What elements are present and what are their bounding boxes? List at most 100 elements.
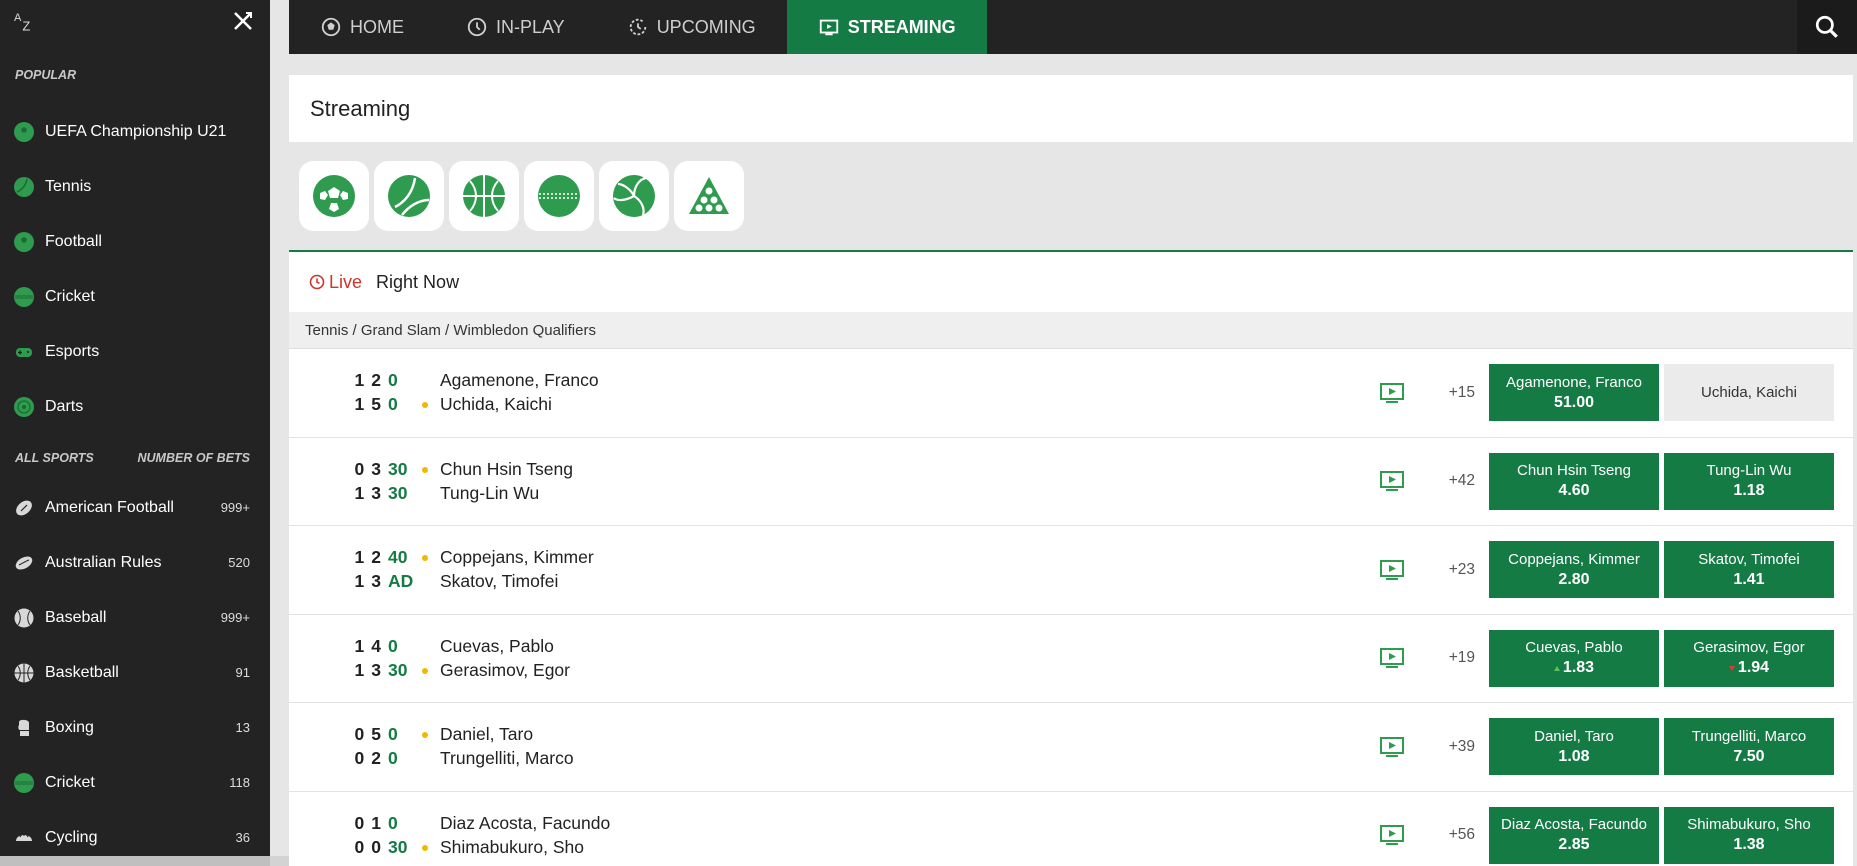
odds-button[interactable]: Agamenone, Franco 51.00 <box>1489 364 1659 422</box>
home-team: Agamenone, Franco <box>422 370 1379 391</box>
away-set-score: 1 <box>354 482 365 503</box>
popular-item[interactable]: Tennis <box>0 159 270 214</box>
popular-item[interactable]: Cricket <box>0 269 270 324</box>
bet-count: 36 <box>235 830 250 845</box>
filter-volleyball[interactable] <box>599 161 669 231</box>
odds-selection-label: Daniel, Taro <box>1534 727 1614 745</box>
away-team: Gerasimov, Egor <box>422 660 1379 681</box>
more-markets-link[interactable]: +19 <box>1435 649 1475 667</box>
sport-item[interactable]: American Football 999+ <box>0 480 270 535</box>
filter-cricket[interactable] <box>524 161 594 231</box>
match-teams: Coppejans, Kimmer Skatov, Timofei <box>422 547 1379 592</box>
basketball-icon <box>14 663 34 683</box>
odds-price-value: 4.60 <box>1558 482 1590 500</box>
close-sidebar-icon[interactable] <box>232 10 254 37</box>
sport-item[interactable]: Basketball 91 <box>0 645 270 700</box>
home-set-score: 3 <box>371 458 381 479</box>
odds-price: 51.00 <box>1554 394 1594 412</box>
more-markets-link[interactable]: +42 <box>1435 472 1475 490</box>
live-stream-icon[interactable] <box>1379 470 1405 492</box>
filter-football[interactable] <box>299 161 369 231</box>
away-team: Skatov, Timofei <box>422 571 1379 592</box>
popular-item[interactable]: Darts <box>0 379 270 434</box>
match-row[interactable]: 1 1 2 5 0 0 Agamenone, Franco Uchida, Kaichi +15… <box>289 349 1853 438</box>
odds-button[interactable]: Coppejans, Kimmer 2.80 <box>1489 541 1659 599</box>
tab-streaming[interactable]: STREAMING <box>786 0 987 54</box>
odds-button[interactable]: Daniel, Taro 1.08 <box>1489 718 1659 776</box>
top-navigation: HOME IN-PLAY UPCOMING STREAMING <box>289 0 1857 54</box>
odds-button[interactable]: Diaz Acosta, Facundo 2.85 <box>1489 806 1659 864</box>
az-sort-toggle[interactable]: AZ <box>14 12 31 33</box>
away-team-name: Gerasimov, Egor <box>440 659 570 680</box>
live-stream-icon[interactable] <box>1379 647 1405 669</box>
popular-item[interactable]: UEFA Championship U21 <box>0 104 270 159</box>
home-points: 40 <box>388 547 408 568</box>
away-set-score: 2 <box>371 748 381 769</box>
match-row[interactable]: 0 0 5 2 0 0 Daniel, Taro Trungelliti, Marco +39 D… <box>289 703 1853 792</box>
away-team: Trungelliti, Marco <box>422 748 1379 769</box>
odds-button[interactable]: Chun Hsin Tseng 4.60 <box>1489 452 1659 510</box>
more-markets-link[interactable]: +15 <box>1435 384 1475 402</box>
competition-breadcrumb[interactable]: Tennis / Grand Slam / Wimbledon Qualifie… <box>289 312 1853 349</box>
match-row[interactable]: 1 1 2 3 40 AD Coppejans, Kimmer Skatov, Timofei… <box>289 526 1853 615</box>
odds-button[interactable]: Tung-Lin Wu 1.18 <box>1664 452 1834 510</box>
filter-tennis[interactable] <box>374 161 444 231</box>
sport-item[interactable]: Cricket 118 <box>0 755 270 810</box>
tab-upcoming[interactable]: UPCOMING <box>596 0 787 54</box>
serving-indicator <box>422 402 428 409</box>
away-set-score: 3 <box>371 482 381 503</box>
tab-in-play[interactable]: IN-PLAY <box>435 0 596 54</box>
more-markets-link[interactable]: +56 <box>1435 826 1475 844</box>
home-team: Daniel, Taro <box>422 724 1379 745</box>
set-score-column: 25 <box>371 370 381 415</box>
more-markets-link[interactable]: +39 <box>1435 738 1475 756</box>
sport-item[interactable]: Baseball 999+ <box>0 590 270 645</box>
odds-button[interactable]: Skatov, Timofei 1.41 <box>1664 541 1834 599</box>
odds-button[interactable]: Gerasimov, Egor 1.94 <box>1664 629 1834 687</box>
bet-count: 999+ <box>220 610 250 625</box>
sport-item-label: Australian Rules <box>45 553 162 571</box>
live-stream-icon[interactable] <box>1379 824 1405 846</box>
football-icon <box>14 231 34 252</box>
away-team-name: Trungelliti, Marco <box>440 748 574 769</box>
more-markets-link[interactable]: +23 <box>1435 561 1475 579</box>
home-points: 0 <box>388 812 398 833</box>
sport-item[interactable]: Boxing 13 <box>0 700 270 755</box>
points-column: 0 30 <box>388 636 414 681</box>
match-row[interactable]: 0 0 1 0 0 30 Diaz Acosta, Facundo Shimabukuro, … <box>289 791 1853 866</box>
match-teams: Cuevas, Pablo Gerasimov, Egor <box>422 636 1379 681</box>
tab-upcoming-label: UPCOMING <box>656 16 756 37</box>
away-set-score: 5 <box>371 394 381 415</box>
away-team-name: Skatov, Timofei <box>440 571 559 592</box>
right-now-label: Right Now <box>376 271 460 292</box>
set-score-column: 33 <box>371 459 381 504</box>
points-column: 00 <box>388 370 414 415</box>
live-stream-icon[interactable] <box>1379 559 1405 581</box>
odds-price: 1.94 <box>1728 659 1769 677</box>
tennis-ball-icon <box>14 176 34 197</box>
cricket-ball-icon <box>14 772 34 793</box>
match-row[interactable]: 0 1 3 3 30 30 Chun Hsin Tseng Tung-Lin Wu +42 Chu… <box>289 437 1853 526</box>
odds-button[interactable]: Cuevas, Pablo 1.83 <box>1489 629 1659 687</box>
odds-button[interactable]: Trungelliti, Marco 7.50 <box>1664 718 1834 776</box>
sidebar: AZ POPULAR UEFA Championship U21 Tennis Fo… <box>0 0 270 866</box>
search-button[interactable] <box>1797 0 1857 54</box>
popular-item[interactable]: Football <box>0 214 270 269</box>
dartboard-icon <box>14 396 34 417</box>
serving-indicator <box>422 844 428 851</box>
match-row[interactable]: 1 1 4 3 0 30 Cuevas, Pablo Gerasimov, Egor +19 Cu… <box>289 614 1853 703</box>
live-stream-icon[interactable] <box>1379 382 1405 404</box>
filter-basketball[interactable] <box>449 161 519 231</box>
filter-snooker[interactable] <box>674 161 744 231</box>
home-points: 0 <box>388 724 398 745</box>
odds-price-value: 1.08 <box>1558 747 1590 765</box>
live-label: Live <box>329 271 363 292</box>
sport-item[interactable]: Australian Rules 520 <box>0 535 270 590</box>
popular-item[interactable]: Esports <box>0 324 270 379</box>
tab-home[interactable]: HOME <box>289 0 435 54</box>
odds-button[interactable]: Shimabukuro, Sho 1.38 <box>1664 806 1834 864</box>
all-sports-heading: ALL SPORTS NUMBER OF BETS <box>0 436 270 480</box>
bet-count: 13 <box>235 720 250 735</box>
home-team-name: Cuevas, Pablo <box>440 635 554 656</box>
live-stream-icon[interactable] <box>1379 736 1405 758</box>
